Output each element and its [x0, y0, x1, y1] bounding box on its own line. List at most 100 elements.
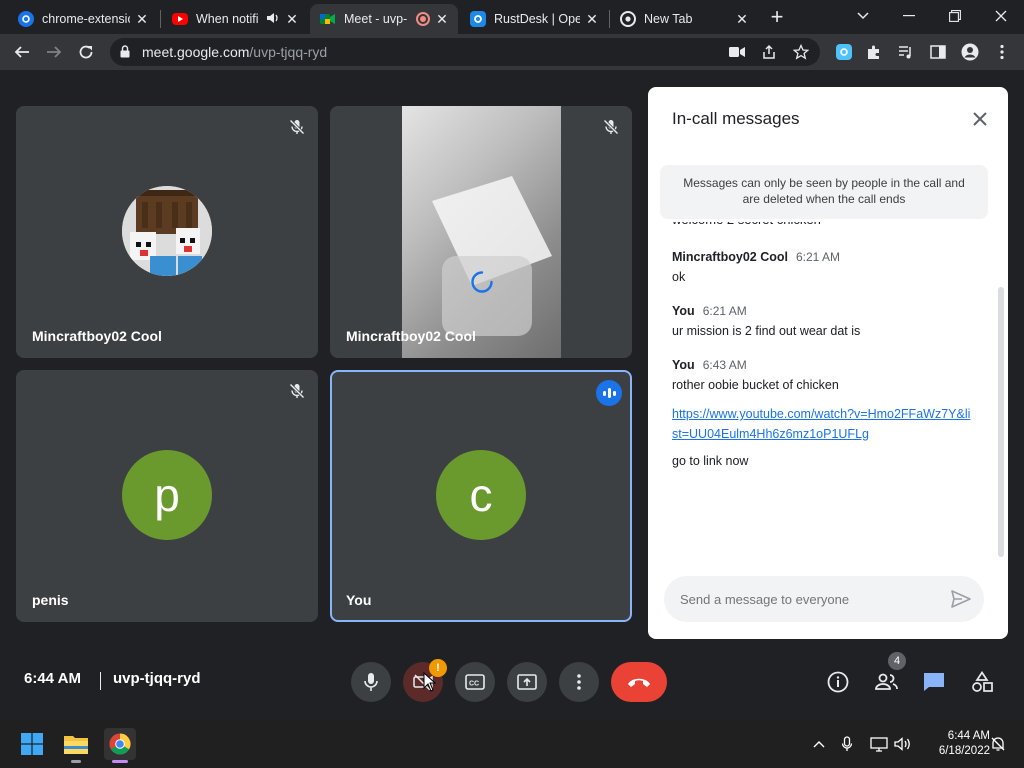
extension-icon[interactable] [832, 40, 856, 64]
self-tile[interactable]: c You [330, 370, 632, 622]
tab-search-chevron-icon[interactable] [840, 2, 886, 30]
volume-icon[interactable] [893, 734, 913, 754]
windows-start-icon[interactable] [16, 728, 48, 760]
close-icon[interactable]: ✕ [584, 11, 600, 27]
new-tab-button[interactable]: + [765, 6, 789, 30]
message-text: ur mission is 2 find out wear dat is [672, 324, 861, 338]
meeting-controls-bar: 6:44 AM uvp-tjqq-ryd ! CC 4 [0, 650, 1024, 720]
minimize-button[interactable] [886, 2, 932, 30]
activities-button[interactable] [966, 666, 998, 698]
message-sender: You [672, 358, 695, 372]
youtube-favicon-icon [172, 13, 188, 25]
system-clock[interactable]: 6:44 AM 6/18/2022 [924, 729, 990, 759]
url-path: /uvp-tjqq-ryd [249, 44, 328, 60]
side-panel-icon[interactable] [926, 40, 950, 64]
file-explorer-icon[interactable] [60, 728, 92, 763]
info-icon [827, 671, 849, 693]
participant-tile[interactable]: Mincraftboy02 Cool [16, 106, 318, 358]
camera-in-use-icon[interactable] [728, 43, 746, 61]
close-icon[interactable]: ✕ [284, 11, 300, 27]
participant-video [402, 106, 561, 358]
mic-off-icon [602, 118, 620, 136]
letter-avatar: c [436, 450, 526, 540]
rustdesk-favicon-icon [470, 11, 486, 27]
mic-off-icon [288, 118, 306, 136]
url-text: meet.google.com/uvp-tjqq-ryd [142, 44, 327, 60]
chat-button[interactable] [918, 666, 950, 698]
close-icon[interactable] [970, 109, 990, 129]
meeting-details-button[interactable] [822, 666, 854, 698]
chat-icon [924, 673, 944, 691]
tab-rustdesk[interactable]: RustDesk | Oper ✕ [460, 4, 608, 34]
loading-spinner-icon [470, 270, 494, 294]
meeting-time: 6:44 AM [24, 670, 81, 687]
puzzle-extensions-icon[interactable] [862, 40, 886, 64]
leave-call-button[interactable] [611, 662, 667, 702]
tab-title: RustDesk | Oper [494, 12, 580, 26]
chrome-menu-icon[interactable] [990, 40, 1014, 64]
participant-tile[interactable]: Mincraftboy02 Cool [330, 106, 632, 358]
back-button[interactable] [10, 40, 34, 64]
chat-scrollbar[interactable] [998, 287, 1004, 557]
more-options-button[interactable] [559, 662, 599, 702]
tab-divider [160, 10, 161, 28]
chrome-extension-favicon-icon [18, 11, 34, 27]
forward-button[interactable] [42, 40, 66, 64]
chat-panel-title: In-call messages [672, 109, 800, 128]
show-hidden-icons-chevron-icon[interactable] [809, 734, 829, 754]
mouse-cursor [423, 671, 437, 697]
audio-playing-icon[interactable] [266, 11, 280, 28]
tab-new-tab[interactable]: New Tab ✕ [610, 4, 758, 34]
message-header: You 6:43 AM [672, 358, 972, 372]
divider [100, 672, 101, 690]
message-header: You 6:21 AM [672, 304, 972, 318]
more-vert-icon [577, 674, 581, 690]
network-icon[interactable] [869, 734, 889, 754]
bookmark-star-icon[interactable] [792, 43, 810, 61]
participant-name: Mincraftboy02 Cool [346, 328, 476, 344]
chrome-taskbar-icon[interactable] [104, 728, 136, 763]
close-icon[interactable]: ✕ [734, 11, 750, 27]
present-screen-icon [517, 674, 537, 690]
participant-name: Mincraftboy02 Cool [32, 328, 162, 344]
media-controls-icon[interactable] [894, 40, 918, 64]
participant-name: You [346, 592, 372, 608]
share-icon[interactable] [760, 43, 778, 61]
close-icon[interactable]: ✕ [434, 11, 450, 27]
chat-messages[interactable]: welcome 2 secret chicken Mincraftboy02 C… [672, 222, 972, 572]
tab-title: Meet - uvp- [344, 12, 408, 26]
message-text: rother oobie bucket of chicken [672, 378, 839, 392]
chat-message-input[interactable] [680, 588, 930, 610]
captions-button[interactable]: CC [455, 662, 495, 702]
message-time: 6:21 AM [702, 304, 747, 318]
meet-stage: Mincraftboy02 Cool Mincraftboy02 Cool p … [0, 70, 1024, 720]
participant-tile[interactable]: p penis [16, 370, 318, 622]
restore-button[interactable] [932, 2, 978, 30]
close-icon[interactable]: ✕ [134, 11, 150, 27]
microphone-button[interactable] [351, 662, 391, 702]
present-screen-button[interactable] [507, 662, 547, 702]
message-text: go to link now [672, 454, 749, 468]
tab-chrome-extension[interactable]: chrome-extensio ✕ [8, 4, 158, 34]
message-sender: You [672, 304, 695, 318]
message-link[interactable]: https://www.youtube.com/watch?v=Hmo2FFaW… [672, 404, 972, 444]
people-button[interactable] [870, 666, 902, 698]
tab-meet[interactable]: Meet - uvp- ✕ [310, 4, 458, 34]
tab-youtube[interactable]: When notifi ✕ [162, 4, 308, 34]
captions-icon: CC [465, 674, 485, 690]
chat-input-box[interactable] [664, 576, 984, 622]
profile-icon[interactable] [958, 40, 982, 64]
microphone-in-use-icon[interactable] [837, 734, 857, 754]
meeting-code: uvp-tjqq-ryd [113, 670, 201, 687]
address-bar[interactable]: meet.google.com/uvp-tjqq-ryd [110, 38, 820, 66]
notifications-icon[interactable] [988, 734, 1008, 754]
send-icon[interactable] [950, 588, 972, 610]
lock-icon[interactable] [120, 45, 130, 63]
reload-button[interactable] [74, 40, 98, 64]
message-time: 6:43 AM [702, 358, 747, 372]
participant-name: penis [32, 592, 69, 608]
hang-up-icon [628, 678, 650, 687]
tab-title: chrome-extensio [42, 12, 130, 26]
people-count-badge: 4 [888, 652, 906, 670]
close-window-button[interactable] [978, 2, 1024, 30]
